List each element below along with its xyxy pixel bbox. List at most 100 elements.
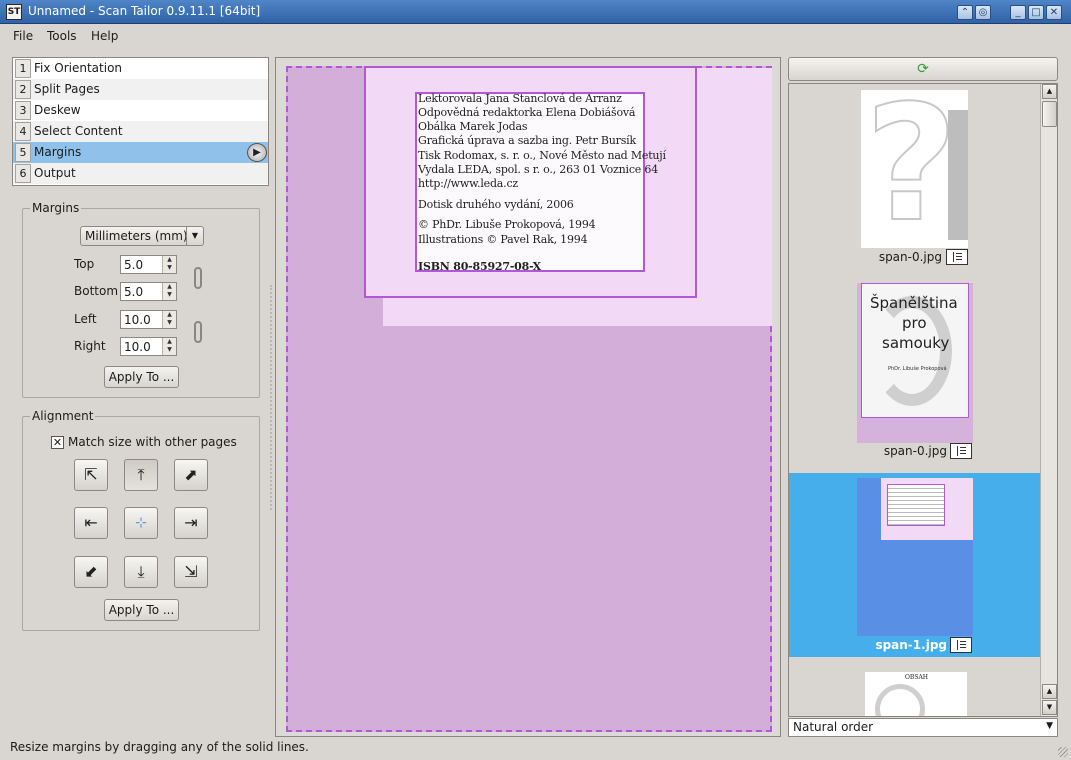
image-view[interactable]: Lektorovala Jana Stanclová de Arranz Odp… — [275, 57, 781, 737]
stage-split-pages[interactable]: 2 Split Pages — [13, 79, 268, 100]
imprint-line: Obálka Marek Jodas — [418, 120, 528, 133]
page-layout-icon[interactable] — [950, 443, 972, 459]
sort-order-value: Natural order — [793, 720, 874, 734]
match-size-label: Match size with other pages — [68, 435, 237, 449]
scroll-down-icon[interactable]: ▼ — [1042, 700, 1057, 715]
top-margin-label: Top — [74, 257, 95, 271]
align-center-button[interactable]: ⊹ — [124, 507, 158, 539]
cover-page: Španělština pro samouky PhDr. Libuše Pro… — [861, 283, 969, 418]
stage-number: 3 — [15, 101, 31, 120]
thumbnail-list[interactable]: ? span-0.jpg Španělština pro samouky PhD… — [788, 83, 1058, 717]
spin-arrows-icon[interactable]: ▲ ▼ — [162, 256, 176, 273]
thumbnail-item[interactable]: ? span-0.jpg — [789, 84, 1040, 274]
scroll-up-icon[interactable]: ▲ — [1042, 684, 1057, 699]
window-title: Unnamed - Scan Tailor 0.9.11.1 [64bit] — [28, 4, 261, 18]
imprint-line: Illustrations © Pavel Rak, 1994 — [418, 233, 588, 246]
cover-title: Španělština — [870, 294, 958, 312]
stage-output[interactable]: 6 Output — [13, 163, 268, 184]
top-margin-spinbox[interactable]: 5.0 ▲ ▼ — [120, 255, 177, 274]
right-margin-label: Right — [74, 339, 106, 353]
spin-arrows-icon[interactable]: ▲ ▼ — [162, 283, 176, 300]
match-size-checkbox[interactable]: ✕ — [51, 436, 64, 449]
scrollbar-thumb[interactable] — [1042, 101, 1057, 127]
alignment-group-title: Alignment — [30, 409, 96, 423]
link-top-bottom-icon[interactable] — [194, 267, 202, 289]
thumbnail-item-selected[interactable]: span-1.jpg — [789, 473, 1040, 657]
margins-group: Margins Millimeters (mm) ▼ Top 5.0 ▲ ▼ Bo… — [22, 201, 260, 398]
left-margin-spinbox[interactable]: 10.0 ▲ ▼ — [120, 310, 177, 329]
thumbnail-caption: span-0.jpg — [878, 250, 942, 264]
bottom-margin-value: 5.0 — [124, 285, 144, 299]
menu-tools[interactable]: Tools — [47, 29, 77, 43]
alignment-apply-to-button[interactable]: Apply To ... — [104, 599, 179, 621]
title-bar: ST Unnamed - Scan Tailor 0.9.11.1 [64bit… — [0, 0, 1071, 24]
status-text: Resize margins by dragging any of the so… — [10, 740, 309, 754]
align-top-center-button[interactable]: ⤒ — [124, 459, 158, 491]
cover-title: samouky — [882, 334, 950, 352]
align-center-right-button[interactable]: ⇥ — [174, 507, 208, 539]
imprint-line: Lektorovala Jana Stanclová de Arranz — [418, 92, 622, 105]
imprint-line: Odpovědná redaktorka Elena Dobiášová — [418, 106, 636, 119]
refresh-icon: ⟳ — [917, 61, 929, 77]
stage-label: Select Content — [34, 124, 123, 138]
content-box[interactable]: Lektorovala Jana Stanclová de Arranz Odp… — [415, 92, 666, 273]
imprint-line: Grafická úprava a sazba ing. Petr Bursík — [418, 134, 636, 147]
cover-author: PhDr. Libuše Prokopová — [888, 366, 947, 372]
stage-list: 1 Fix Orientation 2 Split Pages 3 Deskew… — [12, 57, 269, 186]
keep-above-icon[interactable]: ◎ — [975, 5, 991, 20]
stage-number: 4 — [15, 122, 31, 141]
refresh-thumbnails-button[interactable]: ⟳ — [788, 57, 1058, 81]
align-bottom-right-button[interactable]: ⇲ — [174, 556, 208, 588]
align-bottom-center-button[interactable]: ⤓ — [124, 556, 158, 588]
alignment-group: Alignment ✕ Match size with other pages … — [22, 409, 260, 631]
question-mark-graphic: ? — [864, 90, 959, 248]
stage-margins[interactable]: 5 Margins ▶ — [13, 142, 268, 163]
thumbnail-scrollbar[interactable]: ▲ ▲ ▼ — [1040, 84, 1057, 716]
stage-number: 2 — [15, 80, 31, 99]
close-button[interactable]: ✕ — [1046, 5, 1062, 20]
stage-fix-orientation[interactable]: 1 Fix Orientation — [13, 58, 268, 79]
shade-up-icon[interactable]: ⌃ — [957, 5, 973, 20]
cover-title: pro — [902, 314, 927, 332]
stage-label: Margins — [34, 145, 82, 159]
left-margin-value: 10.0 — [124, 313, 151, 327]
thumbnail-content — [887, 484, 945, 526]
spin-arrows-icon[interactable]: ▲ ▼ — [162, 311, 176, 328]
page-layout-icon[interactable] — [946, 249, 968, 265]
menu-help[interactable]: Help — [91, 29, 118, 43]
align-bottom-left-button[interactable]: ⬋ — [74, 556, 108, 588]
stage-label: Split Pages — [34, 82, 100, 96]
page-layout-icon[interactable] — [950, 637, 972, 653]
thumbnail-image: OBSAH — [865, 672, 967, 716]
units-dropdown[interactable]: Millimeters (mm) ▼ — [80, 226, 204, 246]
menu-file[interactable]: File — [13, 29, 33, 43]
link-left-right-icon[interactable] — [194, 321, 202, 343]
stage-deskew[interactable]: 3 Deskew — [13, 100, 268, 121]
chevron-down-icon: ▼ — [1046, 721, 1053, 731]
imprint-line: Dotisk druhého vydání, 2006 — [418, 198, 574, 211]
align-center-left-button[interactable]: ⇤ — [74, 507, 108, 539]
left-margin-label: Left — [74, 312, 97, 326]
play-icon[interactable]: ▶ — [247, 143, 267, 162]
page-margin-area[interactable]: Lektorovala Jana Stanclová de Arranz Odp… — [286, 66, 772, 732]
align-top-right-button[interactable]: ⬈ — [174, 459, 208, 491]
imprint-line: Vydala LEDA, spol. s r. o., 263 01 Vozni… — [418, 163, 659, 176]
resize-grip-icon[interactable] — [1058, 747, 1068, 757]
right-margin-value: 10.0 — [124, 340, 151, 354]
imprint-line: © PhDr. Libuše Prokopová, 1994 — [418, 218, 596, 231]
right-margin-spinbox[interactable]: 10.0 ▲ ▼ — [120, 337, 177, 356]
sort-order-dropdown[interactable]: Natural order ▼ — [788, 718, 1058, 737]
bottom-margin-spinbox[interactable]: 5.0 ▲ ▼ — [120, 282, 177, 301]
stage-number: 5 — [15, 143, 31, 162]
splitter-handle[interactable] — [270, 285, 273, 510]
margins-apply-to-button[interactable]: Apply To ... — [104, 366, 179, 388]
scroll-up-icon[interactable]: ▲ — [1042, 84, 1057, 99]
minimize-button[interactable]: _ — [1010, 5, 1026, 20]
thumbnail-image: ? — [861, 90, 968, 248]
maximize-button[interactable]: □ — [1028, 5, 1044, 20]
thumbnail-item[interactable]: OBSAH — [789, 669, 1040, 716]
spin-arrows-icon[interactable]: ▲ ▼ — [162, 338, 176, 355]
thumbnail-item[interactable]: Španělština pro samouky PhDr. Libuše Pro… — [789, 279, 1040, 469]
stage-select-content[interactable]: 4 Select Content — [13, 121, 268, 142]
align-top-left-button[interactable]: ⇱ — [74, 459, 108, 491]
